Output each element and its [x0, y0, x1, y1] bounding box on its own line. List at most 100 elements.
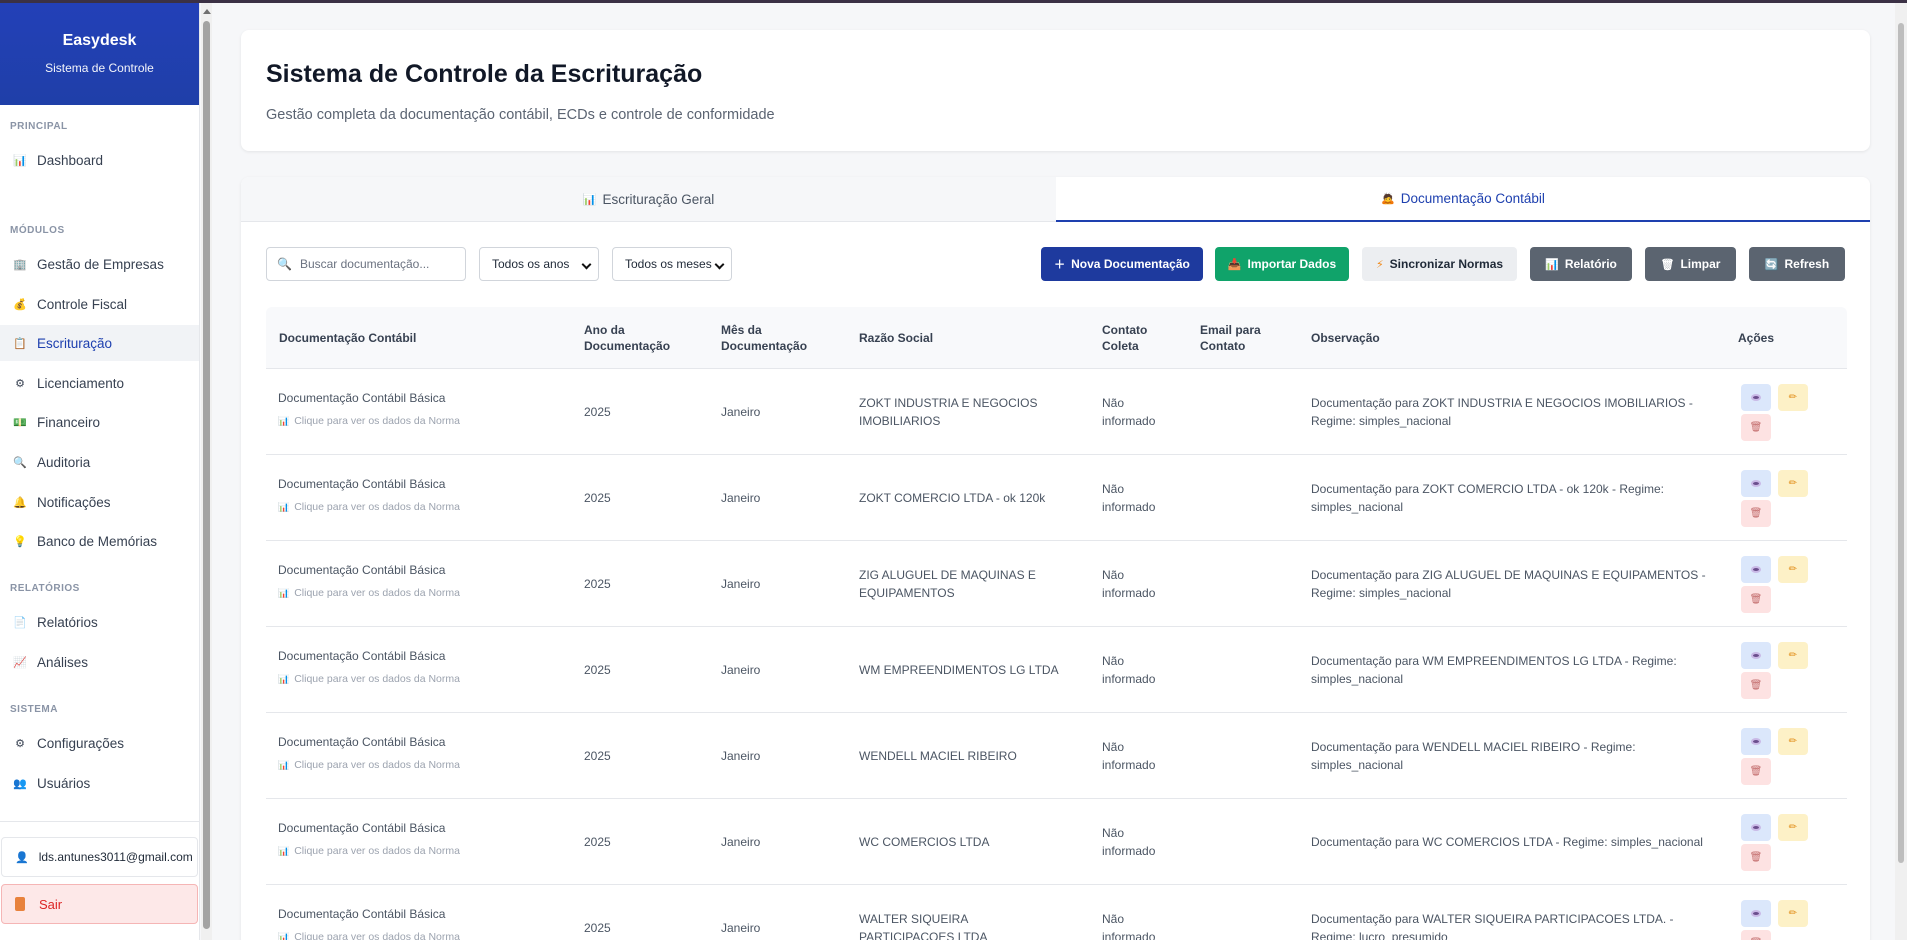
sidebar-item-gestao-empresas[interactable]: 🏢 Gestão de Empresas: [0, 246, 199, 282]
delete-button[interactable]: 🗑: [1741, 672, 1771, 699]
search-icon: 🔍: [13, 456, 27, 469]
sidebar-scrollbar-thumb[interactable]: [203, 21, 210, 929]
tab-documentacao-contabil[interactable]: 🙇 Documentação Contábil: [1056, 177, 1870, 222]
year-select[interactable]: Todos os anos: [479, 247, 599, 281]
cell-razao-social: ZOKT COMERCIO LTDA - ok 120k: [859, 491, 1046, 505]
scroll-up-arrow-icon[interactable]: [203, 9, 211, 14]
delete-button[interactable]: 🗑: [1741, 930, 1771, 940]
refresh-button[interactable]: 🔄 Refresh: [1749, 247, 1845, 281]
doc-title: Documentação Contábil Básica: [278, 907, 446, 921]
norma-link-label: Clique para ver os dados da Norma: [294, 415, 460, 427]
page-scrollbar[interactable]: [1895, 3, 1907, 940]
edit-button[interactable]: ✏: [1778, 556, 1808, 583]
norma-link[interactable]: 📊 Clique para ver os dados da Norma: [278, 587, 460, 599]
sidebar-item-relatorios[interactable]: 📄 Relatórios: [0, 604, 199, 640]
norma-link[interactable]: 📊 Clique para ver os dados da Norma: [278, 845, 460, 857]
edit-button[interactable]: ✏: [1778, 642, 1808, 669]
logout-button[interactable]: Sair: [1, 884, 198, 924]
sidebar-item-label: Dashboard: [37, 152, 104, 168]
report-button[interactable]: 📊 Relatório: [1530, 247, 1632, 281]
sidebar-item-label: Usuários: [37, 775, 91, 791]
cell-contato: Não informado: [1102, 826, 1156, 858]
pencil-icon: ✏: [1788, 650, 1798, 661]
norma-link[interactable]: 📊 Clique para ver os dados da Norma: [278, 501, 460, 513]
search-input[interactable]: 🔍 Buscar documentação...: [266, 247, 466, 281]
month-select[interactable]: Todos os meses: [612, 247, 732, 281]
eye-icon: [1751, 910, 1761, 917]
delete-button[interactable]: 🗑: [1741, 414, 1771, 441]
delete-button[interactable]: 🗑: [1741, 500, 1771, 527]
sidebar-item-notificacoes[interactable]: 🔔 Notificações: [0, 484, 199, 520]
user-icon: 👤: [15, 851, 29, 864]
section-principal: PRINCIPAL: [10, 121, 68, 132]
sidebar-item-banco-memorias[interactable]: 💡 Banco de Memórias: [0, 523, 199, 559]
table-row[interactable]: Documentação Contábil Básica 📊 Clique pa…: [266, 799, 1847, 885]
table-row[interactable]: Documentação Contábil Básica 📊 Clique pa…: [266, 713, 1847, 799]
cell-contato: Não informado: [1102, 912, 1156, 940]
view-button[interactable]: [1741, 814, 1771, 841]
table-row[interactable]: Documentação Contábil Básica 📊 Clique pa…: [266, 627, 1847, 713]
sync-norms-button[interactable]: ⚡ Sincronizar Normas: [1362, 247, 1517, 281]
cell-contato: Não informado: [1102, 654, 1156, 686]
tab-escrituracao-geral[interactable]: 📊 Escrituração Geral: [241, 177, 1056, 222]
edit-button[interactable]: ✏: [1778, 814, 1808, 841]
table-row[interactable]: Documentação Contábil Básica 📊 Clique pa…: [266, 455, 1847, 541]
sidebar-item-analises[interactable]: 📈 Análises: [0, 644, 199, 680]
view-button[interactable]: [1741, 728, 1771, 755]
norma-link[interactable]: 📊 Clique para ver os dados da Norma: [278, 415, 460, 427]
doc-title: Documentação Contábil Básica: [278, 649, 446, 663]
edit-button[interactable]: ✏: [1778, 470, 1808, 497]
cell-email: [1200, 627, 1300, 713]
import-data-label: Importar Dados: [1247, 257, 1337, 271]
sidebar-item-licenciamento[interactable]: ⚙ Licenciamento: [0, 365, 199, 401]
column-header-acoes: Ações: [1738, 331, 1775, 345]
cell-email: [1200, 541, 1300, 627]
pencil-icon: ✏: [1788, 736, 1798, 747]
sidebar-item-configuracoes[interactable]: ⚙ Configurações: [0, 725, 199, 761]
brand-header: Easydesk Sistema de Controle: [0, 3, 199, 105]
norma-link-label: Clique para ver os dados da Norma: [294, 673, 460, 685]
view-button[interactable]: [1741, 642, 1771, 669]
lightbulb-icon: 💡: [13, 535, 27, 548]
sidebar-divider: [0, 821, 199, 822]
table-row[interactable]: Documentação Contábil Básica 📊 Clique pa…: [266, 369, 1847, 455]
edit-button[interactable]: ✏: [1778, 384, 1808, 411]
column-header-razao: Razão Social: [859, 331, 934, 345]
bar-chart-icon: 📊: [278, 501, 290, 512]
view-button[interactable]: [1741, 470, 1771, 497]
brand-name: Easydesk: [62, 32, 137, 49]
delete-button[interactable]: 🗑: [1741, 758, 1771, 785]
clear-button[interactable]: 🗑 Limpar: [1645, 247, 1736, 281]
view-button[interactable]: [1741, 384, 1771, 411]
user-account[interactable]: 👤 lds.antunes3011@gmail.com: [1, 837, 198, 877]
logout-label: Sair: [39, 896, 63, 912]
sidebar-item-financeiro[interactable]: 💵 Financeiro: [0, 404, 199, 440]
clear-label: Limpar: [1680, 257, 1721, 271]
sidebar-item-dashboard[interactable]: 📊 Dashboard: [0, 142, 199, 178]
sidebar-item-escrituracao[interactable]: 📋 Escrituração: [0, 325, 199, 361]
sidebar-item-auditoria[interactable]: 🔍 Auditoria: [0, 444, 199, 480]
sidebar-item-usuarios[interactable]: 👥 Usuários: [0, 765, 199, 801]
search-placeholder: Buscar documentação...: [299, 257, 430, 271]
column-header-obs: Observação: [1311, 331, 1380, 345]
norma-link[interactable]: 📊 Clique para ver os dados da Norma: [278, 673, 460, 685]
import-data-button[interactable]: 📥 Importar Dados: [1215, 247, 1349, 281]
delete-button[interactable]: 🗑: [1741, 586, 1771, 613]
trash-icon: 🗑: [1749, 508, 1763, 519]
cell-ano: 2025: [584, 491, 611, 505]
page-scrollbar-thumb[interactable]: [1898, 23, 1904, 863]
sidebar-scrollbar[interactable]: [201, 3, 212, 940]
table-row[interactable]: Documentação Contábil Básica 📊 Clique pa…: [266, 541, 1847, 627]
table-row[interactable]: Documentação Contábil Básica 📊 Clique pa…: [266, 885, 1847, 940]
norma-link[interactable]: 📊 Clique para ver os dados da Norma: [278, 759, 460, 771]
edit-button[interactable]: ✏: [1778, 900, 1808, 927]
norma-link[interactable]: 📊 Clique para ver os dados da Norma: [278, 931, 460, 940]
sidebar-item-controle-fiscal[interactable]: 💰 Controle Fiscal: [0, 286, 199, 322]
delete-button[interactable]: 🗑: [1741, 844, 1771, 871]
edit-button[interactable]: ✏: [1778, 728, 1808, 755]
view-button[interactable]: [1741, 556, 1771, 583]
view-button[interactable]: [1741, 900, 1771, 927]
new-documentation-button[interactable]: ＋ Nova Documentação: [1041, 247, 1203, 281]
page-title: Sistema de Controle da Escrituração: [266, 60, 703, 88]
toolbar: 🔍 Buscar documentação... Todos os anos T…: [241, 246, 1870, 282]
